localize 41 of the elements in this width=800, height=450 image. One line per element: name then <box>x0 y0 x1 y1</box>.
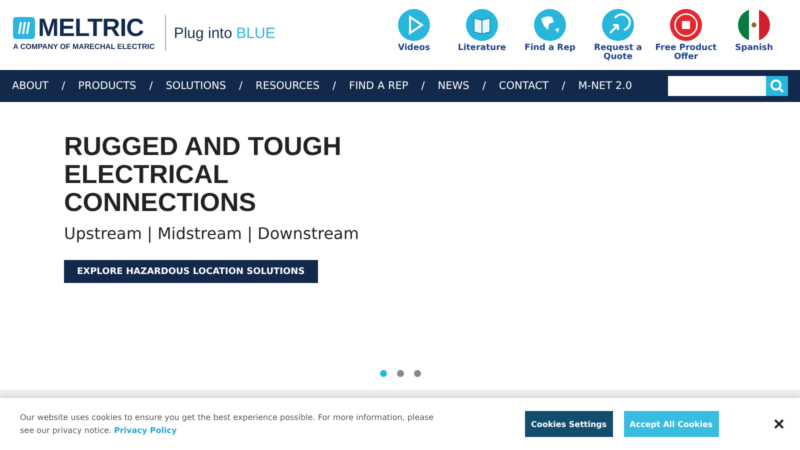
nav-separator: / <box>239 80 243 92</box>
nav-link[interactable]: NEWS <box>438 80 470 92</box>
nav-link[interactable]: M-NET 2.0 <box>578 80 632 92</box>
carousel-dot[interactable] <box>397 370 404 377</box>
nav-separator: / <box>62 80 66 92</box>
cursor-icon <box>602 8 634 40</box>
carousel-dot[interactable] <box>414 370 421 377</box>
quick-link[interactable]: Spanish <box>722 8 786 52</box>
nav-link[interactable]: CONTACT <box>498 80 549 92</box>
hero-subtitle: Upstream | Midstream | Downstream <box>64 224 360 243</box>
close-icon[interactable] <box>774 419 784 429</box>
nav-separator: / <box>332 80 336 92</box>
cookies-settings-button[interactable]: Cookies Settings <box>525 411 613 437</box>
book-icon <box>466 8 498 40</box>
search-button[interactable] <box>766 76 788 96</box>
quick-link[interactable]: Request a Quote <box>586 8 650 62</box>
search-field[interactable] <box>668 76 788 96</box>
hero-heading: RUGGED AND TOUGH ELECTRICAL CONNECTIONS <box>64 132 342 216</box>
quick-link[interactable]: Find a Rep <box>518 8 582 52</box>
carousel-dot[interactable] <box>380 370 387 377</box>
nav-separator: / <box>149 80 153 92</box>
nav-link[interactable]: RESOURCES <box>256 80 320 92</box>
slogan-accent: BLUE <box>236 24 276 42</box>
cookie-notice: Our website uses cookies to ensure you get the best experience possible. For more information, please see our privacy notice. Privacy Policy <box>20 412 435 437</box>
slogan: Plug into <box>174 24 232 42</box>
nav-separator: / <box>482 80 486 92</box>
brand-name: MELTRIC <box>38 15 144 41</box>
nav-link[interactable]: ABOUT <box>12 80 49 92</box>
nav-link[interactable]: SOLUTIONS <box>166 80 226 92</box>
play-icon <box>398 8 430 40</box>
nav-separator: / <box>562 80 566 92</box>
quick-link[interactable]: Videos <box>382 8 446 52</box>
flag-icon <box>738 8 770 40</box>
nav-separator: / <box>421 80 425 92</box>
explore-button[interactable]: EXPLORE HAZARDOUS LOCATION SOLUTIONS <box>64 260 318 283</box>
quick-link[interactable]: Literature <box>450 8 514 52</box>
nav-link[interactable]: PRODUCTS <box>78 80 136 92</box>
nav-link[interactable]: FIND A REP <box>349 80 408 92</box>
search-icon <box>770 79 784 93</box>
logo-icon <box>13 17 35 39</box>
quick-link[interactable]: Free Product Offer <box>654 8 718 62</box>
